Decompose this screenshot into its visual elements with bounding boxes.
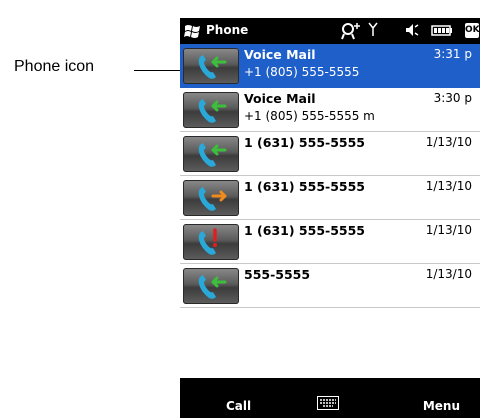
missed-call-icon[interactable] <box>183 224 239 260</box>
caller-name: 1 (631) 555-5555 <box>244 223 365 238</box>
callout-line <box>134 70 180 71</box>
connectivity-icon[interactable] <box>340 22 362 43</box>
call-time: 1/13/10 <box>425 135 472 149</box>
caller-name: 1 (631) 555-5555 <box>244 179 365 194</box>
speaker-icon[interactable] <box>404 22 420 41</box>
call-softkey[interactable]: Call <box>226 399 251 413</box>
title-bar: Phone OK <box>180 18 480 44</box>
call-time: 1/13/10 <box>425 179 472 193</box>
menu-bar: Call Menu <box>180 378 480 418</box>
caller-number: +1 (805) 555-5555 m <box>244 109 375 123</box>
call-history-row[interactable]: 1 (631) 555-5555 1/13/10 <box>180 132 480 176</box>
incoming-call-icon[interactable] <box>183 48 239 84</box>
call-history-row[interactable]: 555-5555 1/13/10 <box>180 264 480 308</box>
call-history-row[interactable]: Voice Mail 3:31 p +1 (805) 555-5555 <box>180 44 480 88</box>
status-icons <box>180 18 480 44</box>
incoming-call-icon[interactable] <box>183 268 239 304</box>
callout-label: Phone icon <box>14 58 95 75</box>
call-time: 1/13/10 <box>425 223 472 237</box>
outgoing-call-icon[interactable] <box>183 180 239 216</box>
keyboard-icon[interactable] <box>317 396 339 410</box>
call-time: 3:31 p <box>433 47 472 61</box>
signal-icon[interactable] <box>368 22 378 41</box>
call-time: 3:30 p <box>433 91 472 105</box>
caller-number: +1 (805) 555-5555 <box>244 65 360 79</box>
call-history-row[interactable]: Voice Mail 3:30 p +1 (805) 555-5555 m <box>180 88 480 132</box>
ok-button[interactable]: OK <box>465 23 480 38</box>
phone-screen: Phone OK Voice Mail 3:31 p +1 (805) 555-… <box>180 18 480 418</box>
caller-name: 555-5555 <box>244 267 311 282</box>
caller-name: Voice Mail <box>244 47 316 62</box>
incoming-call-icon[interactable] <box>183 136 239 172</box>
call-history-row[interactable]: 1 (631) 555-5555 1/13/10 <box>180 176 480 220</box>
caller-name: Voice Mail <box>244 91 316 106</box>
call-history-list: Voice Mail 3:31 p +1 (805) 555-5555 Voice M… <box>180 44 480 378</box>
caller-name: 1 (631) 555-5555 <box>244 135 365 150</box>
call-history-row[interactable]: 1 (631) 555-5555 1/13/10 <box>180 220 480 264</box>
battery-icon[interactable] <box>431 22 453 41</box>
call-time: 1/13/10 <box>425 267 472 281</box>
incoming-call-icon[interactable] <box>183 92 239 128</box>
menu-softkey[interactable]: Menu <box>423 399 460 413</box>
